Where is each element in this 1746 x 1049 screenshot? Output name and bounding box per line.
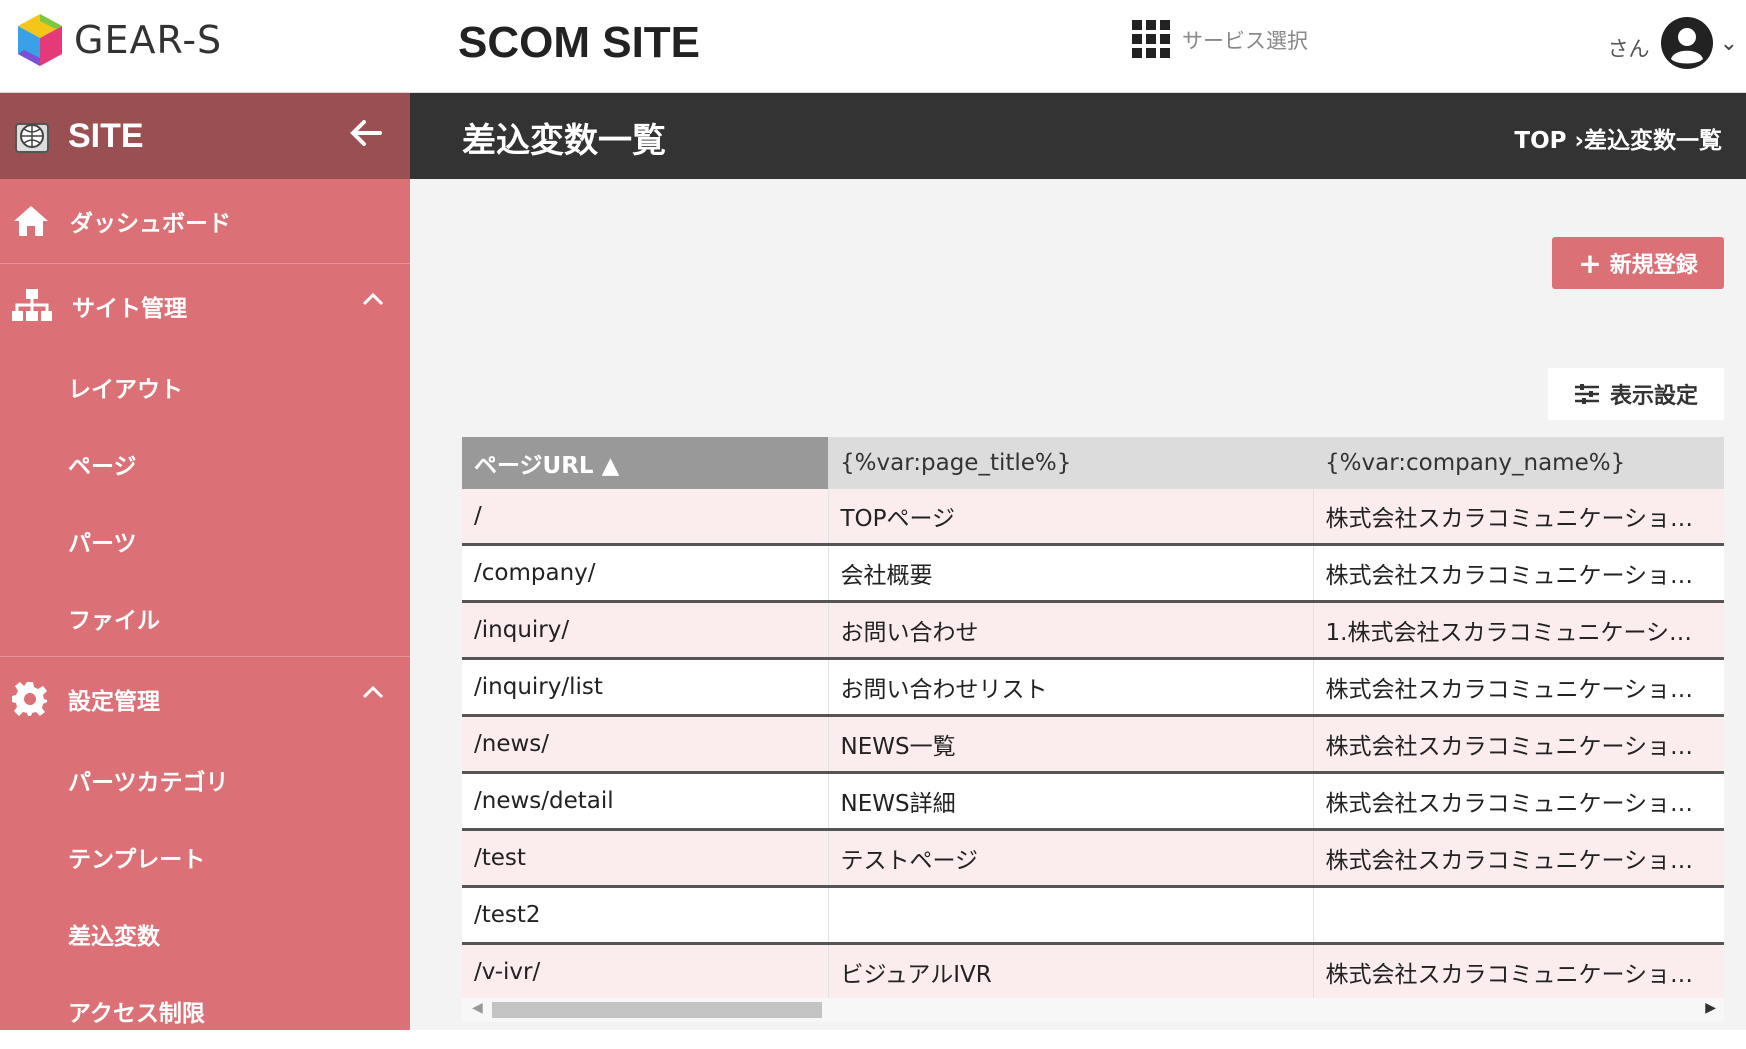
logo-text: GEAR-S <box>74 18 223 62</box>
sidebar-subitem-access-restriction[interactable]: アクセス制限 <box>0 972 410 1049</box>
cell-page-url[interactable]: /company/ <box>462 544 828 603</box>
cell-page-title[interactable]: NEWS詳細 <box>827 772 1313 831</box>
grid-apps-icon <box>1132 20 1170 58</box>
user-name-suffix: さん <box>1607 37 1650 61</box>
table-row[interactable]: /news/ NEWS一覧 株式会社スカラコミュニケーショ… <box>462 715 1724 774</box>
scrollbar-thumb[interactable] <box>492 1002 822 1018</box>
table-row[interactable]: /v-ivr/ ビジュアルIVR 株式会社スカラコミュニケーショ… <box>462 943 1724 999</box>
table-header-row: ページURL ▲ {%var:page_title%} {%var:compan… <box>462 437 1724 489</box>
column-header-page-title[interactable]: {%var:page_title%} <box>828 437 1313 489</box>
cell-page-url[interactable]: /inquiry/ <box>462 601 828 660</box>
cell-page-url[interactable]: /v-ivr/ <box>462 943 828 999</box>
cell-company-name[interactable]: 株式会社スカラコミュニケーショ… <box>1312 943 1724 999</box>
gear-s-logo[interactable]: GEAR-S <box>16 12 222 68</box>
sidebar-item-settings-management[interactable]: 設定管理 <box>0 657 410 741</box>
sidebar-header: SITE <box>0 93 410 179</box>
table-row[interactable]: /inquiry/ お問い合わせ 1.株式会社スカラコミュニケーショ… <box>462 601 1724 660</box>
column-header-page-url[interactable]: ページURL ▲ <box>462 437 828 489</box>
top-bar: GEAR-S SCOM SITE サービス選択 さん ⌄ <box>0 0 1746 93</box>
user-menu[interactable]: さん ⌄ <box>1608 16 1738 70</box>
cell-company-name[interactable]: 株式会社スカラコミュニケーショ… <box>1312 489 1724 546</box>
cell-page-url[interactable]: /test2 <box>462 886 828 945</box>
page-title: 差込変数一覧 <box>462 121 666 161</box>
table-row[interactable]: / TOPページ 株式会社スカラコミュニケーショ… <box>462 489 1724 546</box>
table-row[interactable]: /inquiry/list お問い合わせリスト 株式会社スカラコミュニケーショ… <box>462 658 1724 717</box>
cell-page-title[interactable]: NEWS一覧 <box>827 715 1313 774</box>
sliders-icon <box>1574 384 1599 404</box>
display-settings-label: 表示設定 <box>1609 384 1698 409</box>
main-content: + 新規登録 表示設定 ページURL ▲ {%var:page_title%} … <box>410 179 1746 1030</box>
service-select[interactable]: サービス選択 <box>1132 20 1308 60</box>
user-avatar-icon <box>1660 17 1713 69</box>
table-row[interactable]: /company/ 会社概要 株式会社スカラコミュニケーショ… <box>462 544 1724 603</box>
cell-page-title[interactable] <box>827 886 1313 945</box>
sidebar-subitem-insert-variables[interactable]: 差込変数 <box>0 895 410 972</box>
sidebar-subitem-layout[interactable]: レイアウト <box>0 348 410 425</box>
sidebar: SITE ダッシュボード サイト管理 レイアウト ページ パーツ ファイル 設定… <box>0 93 410 1030</box>
sidebar-subitem-parts[interactable]: パーツ <box>0 502 410 579</box>
cell-page-url[interactable]: /inquiry/list <box>462 658 828 717</box>
cell-company-name[interactable] <box>1312 886 1724 945</box>
scroll-left-arrow-icon[interactable]: ◀ <box>472 1000 483 1016</box>
cell-page-url[interactable]: /test <box>462 829 828 888</box>
sidebar-title: SITE <box>68 116 144 155</box>
table-row[interactable]: /test テストページ 株式会社スカラコミュニケーショ… <box>462 829 1724 888</box>
service-select-label: サービス選択 <box>1182 29 1308 53</box>
sidebar-subitem-template[interactable]: テンプレート <box>0 818 410 895</box>
column-header-company-name[interactable]: {%var:company_name%} <box>1313 437 1724 489</box>
cell-company-name[interactable]: 株式会社スカラコミュニケーショ… <box>1312 715 1724 774</box>
cell-company-name[interactable]: 株式会社スカラコミュニケーショ… <box>1312 658 1724 717</box>
cell-page-title[interactable]: ビジュアルIVR <box>827 943 1313 999</box>
chevron-up-icon[interactable] <box>362 685 384 699</box>
sidebar-item-dashboard[interactable]: ダッシュボード <box>0 179 410 264</box>
site-title: SCOM SITE <box>458 18 701 67</box>
scroll-right-arrow-icon[interactable]: ▶ <box>1705 1000 1716 1016</box>
display-settings-button[interactable]: 表示設定 <box>1548 368 1724 420</box>
cell-page-title[interactable]: お問い合わせ <box>827 601 1313 660</box>
cell-page-url[interactable]: / <box>462 489 828 546</box>
cell-page-title[interactable]: 会社概要 <box>827 544 1313 603</box>
page-header: 差込変数一覧 TOP ›差込変数一覧 <box>410 93 1746 179</box>
new-register-button[interactable]: + 新規登録 <box>1552 237 1724 289</box>
sidebar-item-label: 設定管理 <box>68 689 160 715</box>
gear-icon <box>12 682 47 716</box>
cell-company-name[interactable]: 株式会社スカラコミュニケーショ… <box>1312 544 1724 603</box>
chevron-down-icon: ⌄ <box>1719 30 1738 56</box>
sidebar-subitem-file[interactable]: ファイル <box>0 579 410 657</box>
plus-icon: + <box>1578 246 1602 280</box>
cell-company-name[interactable]: 株式会社スカラコミュニケーショ… <box>1312 829 1724 888</box>
sidebar-subitem-page[interactable]: ページ <box>0 425 410 502</box>
arrow-left-icon[interactable] <box>346 113 386 153</box>
cell-page-title[interactable]: お問い合わせリスト <box>827 658 1313 717</box>
cell-company-name[interactable]: 1.株式会社スカラコミュニケーショ… <box>1312 601 1724 660</box>
new-register-label: 新規登録 <box>1609 253 1698 278</box>
cell-page-title[interactable]: TOPページ <box>827 489 1313 546</box>
variables-table: ページURL ▲ {%var:page_title%} {%var:compan… <box>462 437 1724 999</box>
breadcrumb[interactable]: TOP ›差込変数一覧 <box>1514 121 1722 155</box>
cube-logo-icon <box>18 14 62 66</box>
horizontal-scrollbar[interactable]: ◀ ▶ <box>462 998 1724 1022</box>
table-row[interactable]: /news/detail NEWS詳細 株式会社スカラコミュニケーショ… <box>462 772 1724 831</box>
site-globe-icon <box>15 123 49 153</box>
chevron-up-icon[interactable] <box>362 292 384 306</box>
cell-page-url[interactable]: /news/detail <box>462 772 828 831</box>
sidebar-item-label: ダッシュボード <box>70 211 231 237</box>
cell-company-name[interactable]: 株式会社スカラコミュニケーショ… <box>1312 772 1724 831</box>
sidebar-item-site-management[interactable]: サイト管理 <box>0 264 410 348</box>
table-row[interactable]: /test2 <box>462 886 1724 945</box>
cell-page-title[interactable]: テストページ <box>827 829 1313 888</box>
sidebar-item-label: サイト管理 <box>72 296 187 322</box>
home-icon <box>14 206 48 236</box>
sidebar-subitem-parts-category[interactable]: パーツカテゴリ <box>0 741 410 818</box>
sitemap-icon <box>12 289 52 321</box>
cell-page-url[interactable]: /news/ <box>462 715 828 774</box>
